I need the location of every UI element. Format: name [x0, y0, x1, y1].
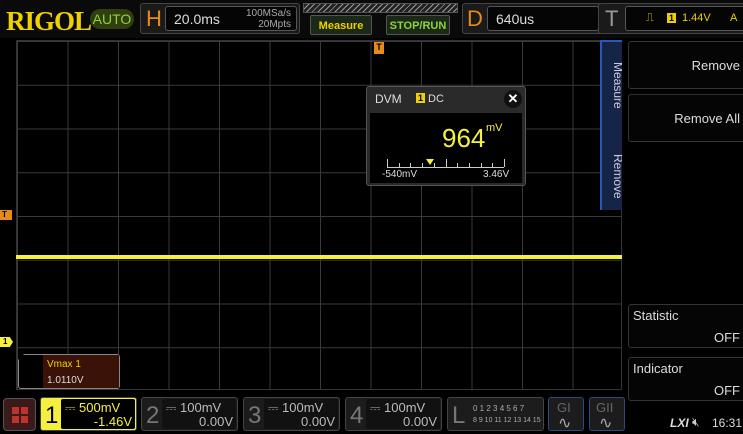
- measure-button[interactable]: Measure: [310, 15, 372, 35]
- rigol-logo: RIGOL: [6, 6, 92, 36]
- h-label: H: [146, 6, 162, 31]
- trigger-level: 1.44V: [682, 12, 711, 24]
- sine-icon: ∿: [599, 415, 613, 432]
- generator1-button[interactable]: GI ∿: [548, 397, 584, 432]
- trigger-level-marker[interactable]: T: [0, 210, 12, 220]
- channel-offset: 0.00V: [199, 414, 233, 429]
- dvm-tick: [410, 163, 412, 167]
- scale-value: 100mV: [282, 400, 324, 415]
- logic-row1: 0 1 2 3 4 5 6 7: [473, 404, 525, 413]
- dvm-channel: 1: [416, 93, 426, 103]
- measurement-label: Vmax 1: [47, 359, 81, 370]
- memory-depth: 20Mpts: [258, 19, 291, 30]
- grid-menu-icon: [12, 407, 28, 423]
- channel-number: 3: [248, 402, 262, 429]
- auto-button[interactable]: AUTO: [90, 9, 134, 29]
- statistic-label: Statistic: [633, 308, 679, 323]
- close-icon[interactable]: ✕: [504, 90, 522, 108]
- dc-coupling-icon: ⎓: [268, 400, 282, 415]
- dvm-tick: [457, 163, 459, 167]
- remove-all-label: Remove All: [674, 111, 740, 126]
- channel-number: 4: [350, 402, 364, 429]
- lxi-icon: LXI: [670, 416, 689, 430]
- dvm-unit: mV: [486, 122, 503, 134]
- scale-value: 100mV: [180, 400, 222, 415]
- mute-icon[interactable]: 🔇︎: [692, 415, 700, 430]
- dvm-tick: [398, 163, 400, 167]
- indicator-value: OFF: [714, 383, 740, 398]
- rising-edge-icon: ⎍: [646, 12, 654, 24]
- channel-offset: 0.00V: [403, 414, 437, 429]
- scale-value: 500mV: [79, 400, 121, 415]
- delay-panel[interactable]: D 640us: [462, 3, 602, 34]
- measurement-result[interactable]: Vmax 1 1.0110V: [18, 354, 120, 389]
- dvm-tick: [387, 159, 388, 167]
- logic-analyzer-button[interactable]: L 0 1 2 3 4 5 6 7 8 9 10 11 12 13 14 15: [447, 397, 544, 431]
- remove-button[interactable]: Remove: [628, 41, 743, 89]
- logic-label: L: [452, 402, 466, 429]
- trigger-position-marker[interactable]: T: [374, 42, 384, 54]
- indicator-button[interactable]: Indicator OFF: [628, 357, 743, 401]
- dvm-scale: [387, 167, 504, 168]
- dc-coupling-icon: ⎓: [65, 400, 79, 415]
- side-menu: Remove Remove All Statistic OFF Indicator…: [622, 38, 743, 401]
- statistic-value: OFF: [714, 330, 740, 345]
- channel2-button[interactable]: 2 ⎓ 100mV 0.00V: [141, 397, 238, 431]
- channel4-button[interactable]: 4 ⎓ 100mV 0.00V: [345, 397, 442, 431]
- delay-value: 640us: [496, 11, 535, 27]
- remove-label: Remove: [691, 58, 740, 73]
- top-bar: RIGOL AUTO H 20.0ms 100MSa/s 20Mpts Meas…: [0, 0, 743, 38]
- trigger-mode: A: [730, 12, 738, 24]
- channel-number: 2: [146, 402, 160, 429]
- channel3-button[interactable]: 3 ⎓ 100mV 0.00V: [243, 397, 340, 431]
- trigger-panel[interactable]: T ⎍ 1 1.44V A: [598, 3, 743, 34]
- dvm-pointer: [426, 159, 435, 165]
- dvm-tick: [480, 163, 482, 167]
- scale-value: 100mV: [384, 400, 426, 415]
- indicator-label: Indicator: [633, 361, 683, 376]
- stop-run-button[interactable]: STOP/RUN: [386, 15, 450, 35]
- channel1-button[interactable]: 1 ⎓ 500mV -1.46V: [40, 397, 137, 431]
- sine-icon: ∿: [558, 415, 572, 432]
- channel1-trace: [16, 255, 622, 259]
- dvm-value: 964: [442, 123, 486, 153]
- dvm-title: DVM: [375, 92, 402, 106]
- dvm-tick: [492, 163, 494, 167]
- generator2-button[interactable]: GII ∿: [589, 397, 625, 432]
- clock: 16:31: [712, 416, 743, 430]
- dvm-tick: [504, 159, 505, 167]
- t-label: T: [605, 6, 619, 31]
- waveform-overview: [303, 3, 458, 13]
- remove-all-button[interactable]: Remove All: [628, 94, 743, 142]
- channel-number: 1: [45, 402, 59, 429]
- channel-offset: 0.00V: [301, 414, 335, 429]
- logic-row2: 8 9 10 11 12 13 14 15: [473, 417, 541, 424]
- dvm-tick: [445, 159, 447, 167]
- channel-offset: -1.46V: [93, 414, 132, 429]
- horizontal-panel[interactable]: H 20.0ms 100MSa/s 20Mpts: [140, 3, 300, 34]
- dvm-coupling: DC: [428, 93, 444, 105]
- dvm-tick: [468, 163, 470, 167]
- d-label: D: [467, 6, 483, 31]
- dc-coupling-icon: ⎓: [166, 400, 180, 415]
- statistic-button[interactable]: Statistic OFF: [628, 304, 743, 348]
- dvm-scale-min: -540mV: [382, 169, 418, 180]
- dc-coupling-icon: ⎓: [370, 400, 384, 415]
- waveform-grid[interactable]: [16, 40, 622, 390]
- channel1-offset-marker[interactable]: 1: [0, 337, 13, 347]
- dvm-window: DVM 1 DC ✕ 964 mV -540mV 3.46V: [366, 86, 526, 186]
- main-menu-button[interactable]: [3, 398, 36, 431]
- dvm-scale-max: 3.46V: [483, 169, 510, 180]
- measurement-value: 1.0110V: [47, 375, 84, 386]
- sample-rate: 100MSa/s: [245, 8, 291, 19]
- timebase: 20.0ms: [174, 11, 220, 27]
- dvm-tick: [422, 163, 424, 167]
- trigger-channel: 1: [667, 13, 677, 23]
